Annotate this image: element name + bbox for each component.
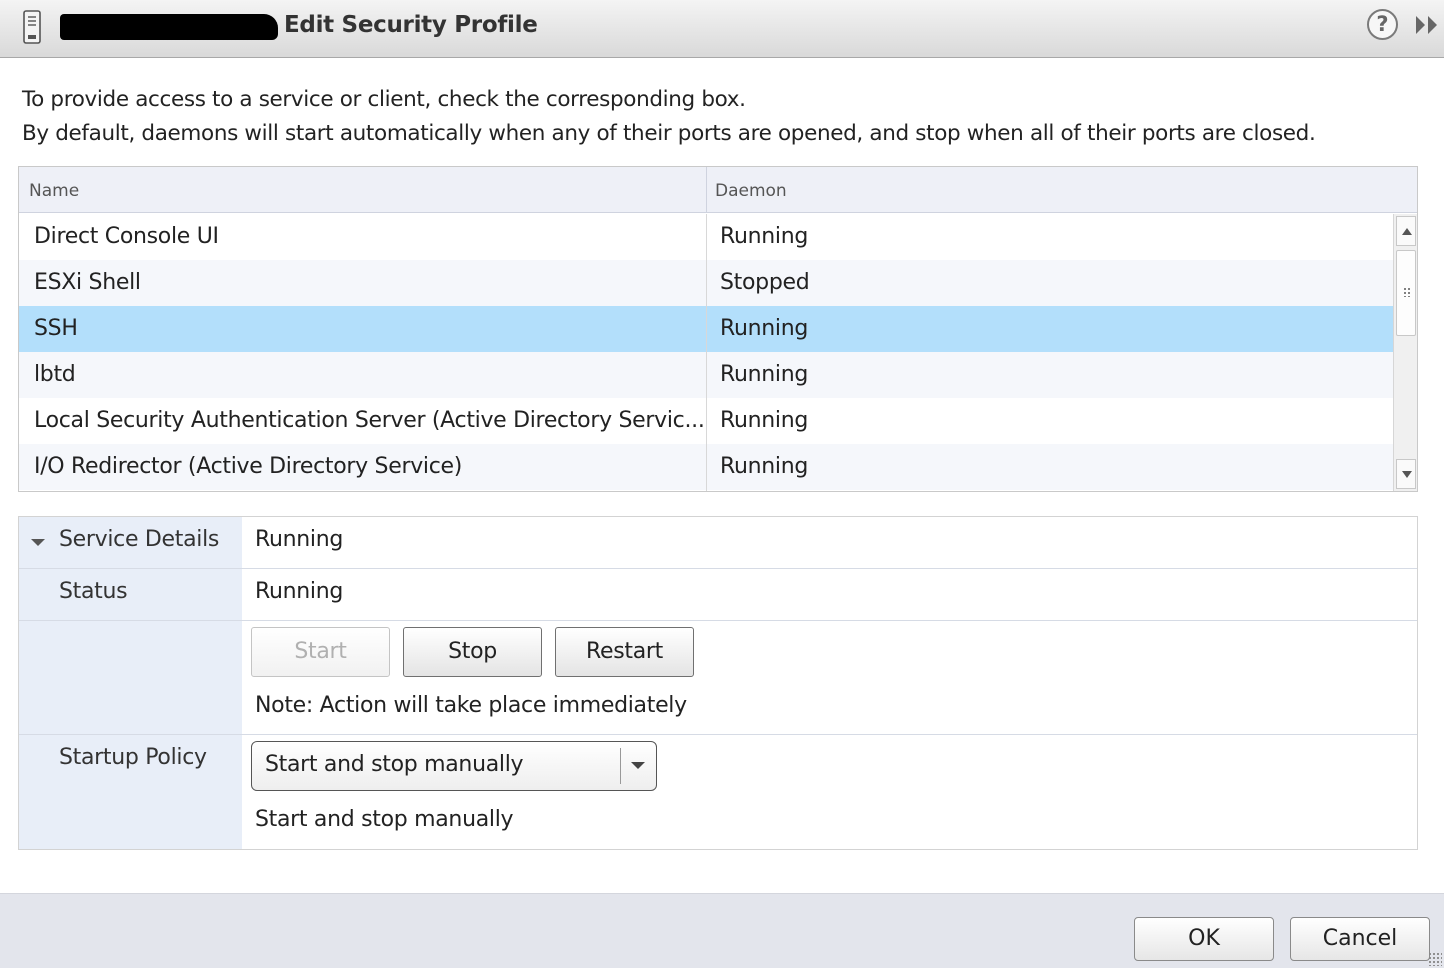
ok-button[interactable]: OK xyxy=(1134,917,1274,961)
startup-policy-label: Startup Policy xyxy=(59,745,207,770)
column-header-name[interactable]: Name xyxy=(29,167,79,213)
divider xyxy=(19,568,1417,569)
resize-grip-icon[interactable] xyxy=(1428,952,1442,966)
select-separator xyxy=(620,748,621,784)
service-name: Local Security Authentication Server (Ac… xyxy=(34,408,705,433)
service-name: SSH xyxy=(34,316,78,341)
table-header: Name Daemon xyxy=(19,167,1417,213)
service-details-value: Running xyxy=(255,527,344,552)
stop-button[interactable]: Stop xyxy=(403,627,542,677)
caret-down-icon[interactable] xyxy=(31,539,45,546)
startup-policy-selected: Start and stop manually xyxy=(265,752,524,777)
daemon-status: Running xyxy=(720,362,809,387)
daemon-status: Running xyxy=(720,316,809,341)
column-divider[interactable] xyxy=(706,167,707,213)
restart-button[interactable]: Restart xyxy=(555,627,694,677)
daemon-status: Running xyxy=(720,224,809,249)
action-note: Note: Action will take place immediately xyxy=(255,693,687,718)
daemon-status: Running xyxy=(720,408,809,433)
service-name: ESXi Shell xyxy=(34,270,141,295)
column-header-daemon[interactable]: Daemon xyxy=(715,167,787,213)
daemon-status: Stopped xyxy=(720,270,810,295)
column-divider xyxy=(706,214,707,491)
double-chevron-right-icon[interactable] xyxy=(1413,13,1441,37)
service-name: I/O Redirector (Active Directory Service… xyxy=(34,454,463,479)
dialog-title: Edit Security Profile xyxy=(284,12,538,38)
divider xyxy=(19,620,1417,621)
scroll-down-icon xyxy=(1402,471,1412,478)
service-name: lbtd xyxy=(34,362,76,387)
vertical-scrollbar[interactable] xyxy=(1393,214,1417,491)
intro-text: To provide access to a service or client… xyxy=(22,83,1316,151)
title-bar: Edit Security Profile ? xyxy=(0,0,1444,58)
intro-line-1: To provide access to a service or client… xyxy=(22,87,746,112)
help-icon[interactable]: ? xyxy=(1367,9,1398,40)
dialog-footer: OK Cancel xyxy=(0,893,1444,968)
status-value: Running xyxy=(255,579,344,604)
startup-policy-description: Start and stop manually xyxy=(255,807,514,832)
host-icon xyxy=(23,10,41,44)
scroll-down-button[interactable] xyxy=(1396,459,1416,489)
scroll-up-icon xyxy=(1402,228,1412,235)
details-label-column xyxy=(19,517,242,849)
daemon-status: Running xyxy=(720,454,809,479)
services-table: Name Daemon Direct Console UI Running ESXi… xyxy=(18,166,1418,492)
scrollbar-thumb[interactable] xyxy=(1396,250,1416,336)
cancel-button[interactable]: Cancel xyxy=(1290,917,1430,961)
status-label: Status xyxy=(59,579,128,604)
intro-line-2: By default, daemons will start automatic… xyxy=(22,121,1316,146)
start-button[interactable]: Start xyxy=(251,627,390,677)
startup-policy-select[interactable]: Start and stop manually xyxy=(251,741,657,791)
scroll-up-button[interactable] xyxy=(1396,216,1416,246)
chevron-down-icon[interactable] xyxy=(631,762,645,769)
redacted-host-name xyxy=(60,14,278,40)
grip-icon xyxy=(1403,287,1411,297)
service-details-panel: Service Details Running Status Running S… xyxy=(18,516,1418,850)
service-details-toggle[interactable]: Service Details xyxy=(59,527,219,552)
divider xyxy=(19,734,1417,735)
service-name: Direct Console UI xyxy=(34,224,219,249)
